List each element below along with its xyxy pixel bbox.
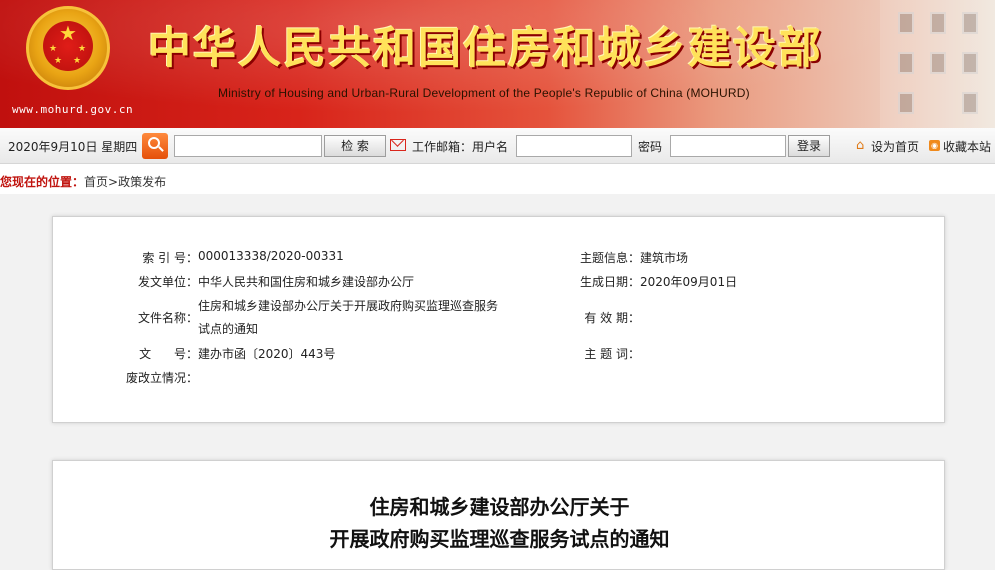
validity-label: 有 效 期： [584,311,640,325]
password-label: 密码 [638,140,663,154]
date-value: 2020年09月01日 [640,275,738,289]
site-url: www.mohurd.gov.cn [12,103,134,116]
set-home-link[interactable]: 设为首页 [871,138,919,155]
banner-building [880,0,995,128]
home-icon: ⌂ [856,138,865,153]
mail-icon [390,139,406,151]
bookmark-link[interactable]: 收藏本站 [943,138,991,155]
search-icon[interactable] [142,133,168,159]
national-emblem-icon[interactable]: ★ ★ ★ ★ ★ [26,6,110,90]
login-button[interactable]: 登录 [788,135,830,157]
date-label: 生成日期： [579,275,640,289]
breadcrumb-separator: > [108,175,119,189]
top-toolbar: 2020年9月10日 星期四 检 索 工作邮箱：用户名 密码 登录 ⌂ 设为首页… [0,128,995,164]
breadcrumb-home-link[interactable]: 首页 [84,175,108,189]
breadcrumb-label: 您现在的位置： [0,175,85,189]
star-icon: ★ [73,56,82,66]
docname-label: 文件名称： [137,311,198,325]
topic-value: 建筑市场 [640,251,689,265]
username-input[interactable] [516,135,632,157]
index-value: 000013338/2020-00331 [198,249,344,263]
search-input[interactable] [174,135,322,157]
docno-label: 文 号： [139,347,198,361]
mail-username-label: 工作邮箱：用户名 [412,140,509,154]
header-banner: ★ ★ ★ ★ ★ www.mohurd.gov.cn 中华人民共和国住房和城乡… [0,0,995,128]
document-info-panel: 索 引 号： 000013338/2020-00331 主题信息： 建筑市场 发… [52,216,945,423]
breadcrumb-current-link[interactable]: 政策发布 [118,175,166,189]
docname-value-line2: 试点的通知 [198,322,259,336]
docno-value: 建办市函〔2020〕443号 [198,347,336,361]
current-date: 2020年9月10日 星期四 [8,140,138,154]
article-panel: 住房和城乡建设部办公厅关于 开展政府购买监理巡查服务试点的通知 [52,460,945,570]
topic-label: 主题信息： [579,251,640,265]
search-button[interactable]: 检 索 [324,135,386,157]
article-title-line1: 住房和城乡建设部办公厅关于 [369,495,630,519]
ministry-title-cn[interactable]: 中华人民共和国住房和城乡建设部 [148,14,823,76]
keyword-label: 主 题 词： [584,347,640,361]
emblem-center: ★ ★ ★ ★ ★ [43,21,93,71]
ministry-title-en: Ministry of Housing and Urban-Rural Deve… [218,86,750,100]
issuer-label: 发文单位： [137,275,198,289]
issuer-value: 中华人民共和国住房和城乡建设部办公厅 [198,275,415,289]
breadcrumb: 您现在的位置：首页>政策发布 [0,164,995,194]
password-input[interactable] [670,135,786,157]
status-label: 废改立情况： [125,371,198,385]
star-icon: ★ [59,21,77,45]
article-title-line2: 开展政府购买监理巡查服务试点的通知 [329,527,670,551]
index-label: 索 引 号： [142,251,198,265]
docname-value-line1: 住房和城乡建设部办公厅关于开展政府购买监理巡查服务 [198,299,499,313]
bookmark-icon: ◉ [929,140,940,151]
star-icon: ★ [54,56,63,66]
